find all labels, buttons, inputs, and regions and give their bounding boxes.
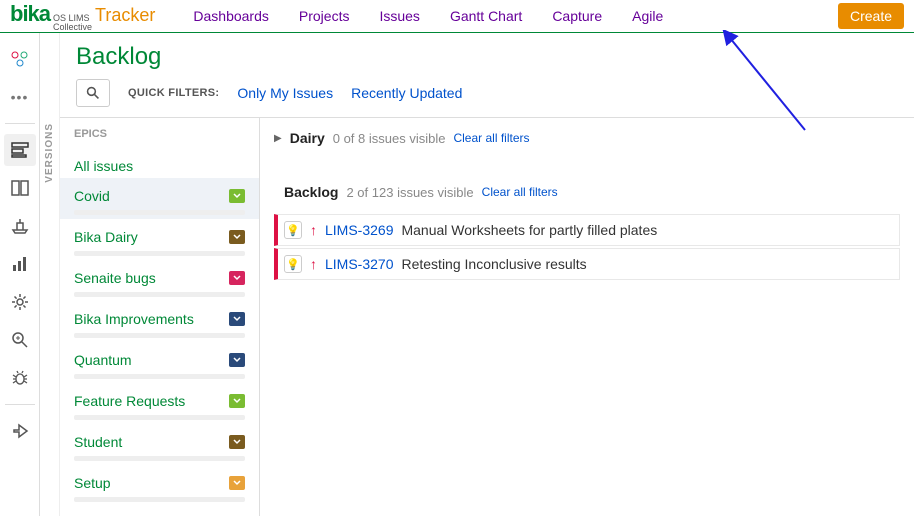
- epic-progress-bar: [74, 333, 245, 338]
- epic-progress-bar: [74, 456, 245, 461]
- epic-label: Setup: [74, 475, 111, 491]
- epic-chip-icon: [229, 189, 245, 203]
- issues-panel: ▶ Dairy 0 of 8 issues visible Clear all …: [260, 118, 914, 516]
- rail-project-icon[interactable]: [4, 43, 36, 75]
- epic-progress-bar: [74, 210, 245, 215]
- group-count: 0 of 8 issues visible: [333, 131, 446, 146]
- epic-chip-icon: [229, 230, 245, 244]
- epic-chip-icon: [229, 435, 245, 449]
- epic-row[interactable]: Covid: [60, 178, 259, 219]
- rail-backlog-icon[interactable]: [4, 134, 36, 166]
- epic-row[interactable]: Bika Dairy: [60, 219, 259, 260]
- epic-row[interactable]: Setup: [60, 465, 259, 506]
- epic-row[interactable]: Student: [60, 424, 259, 465]
- epic-chip-icon: [229, 353, 245, 367]
- epic-label: Feature Requests: [74, 393, 185, 409]
- left-rail: •••: [0, 33, 40, 516]
- epic-chip-icon: [229, 476, 245, 490]
- nav-dashboards[interactable]: Dashboards: [193, 8, 269, 24]
- nav-projects[interactable]: Projects: [299, 8, 350, 24]
- issue-row[interactable]: 💡 ↑ LIMS-3270 Retesting Inconclusive result…: [274, 248, 900, 280]
- clear-filters-link[interactable]: Clear all filters: [482, 185, 558, 199]
- page-title: Backlog: [76, 43, 898, 71]
- epic-row[interactable]: Feature Requests: [60, 383, 259, 424]
- epic-progress-bar: [74, 374, 245, 379]
- logo-tracker: Tracker: [95, 5, 155, 26]
- group-count: 2 of 123 issues visible: [346, 185, 473, 200]
- versions-label: VERSIONS: [44, 123, 55, 183]
- nav-agile[interactable]: Agile: [632, 8, 663, 24]
- page-header: Backlog QUICK FILTERS: Only My Issues Re…: [60, 33, 914, 117]
- rail-board-icon[interactable]: [4, 172, 36, 204]
- epic-row[interactable]: Quantum: [60, 342, 259, 383]
- rail-reports-icon[interactable]: [4, 248, 36, 280]
- issue-summary: Manual Worksheets for partly filled plat…: [401, 222, 657, 238]
- issue-key[interactable]: LIMS-3269: [325, 222, 393, 238]
- filter-only-my-issues[interactable]: Only My Issues: [237, 85, 333, 101]
- top-bar: bika OS LIMSCollective Tracker Dashboard…: [0, 0, 914, 33]
- rail-feedback-icon[interactable]: [4, 415, 36, 447]
- clear-filters-link[interactable]: Clear all filters: [453, 131, 529, 145]
- search-button[interactable]: [76, 79, 110, 107]
- issue-type-icon: 💡: [284, 255, 302, 273]
- top-nav: Dashboards Projects Issues Gantt Chart C…: [193, 8, 838, 24]
- issue-type-icon: 💡: [284, 221, 302, 239]
- epic-progress-bar: [74, 415, 245, 420]
- epic-label: Covid: [74, 188, 110, 204]
- group-dairy[interactable]: ▶ Dairy 0 of 8 issues visible Clear all …: [274, 126, 900, 150]
- epics-panel: EPICS All issues Covid Bika Dairy Senaite …: [60, 118, 260, 516]
- rail-more-icon[interactable]: •••: [4, 81, 36, 113]
- issue-key[interactable]: LIMS-3270: [325, 256, 393, 272]
- filter-recently-updated[interactable]: Recently Updated: [351, 85, 462, 101]
- logo[interactable]: bika OS LIMSCollective Tracker: [10, 1, 155, 32]
- epic-label: Bika Dairy: [74, 229, 138, 245]
- chevron-right-icon: ▶: [274, 133, 282, 144]
- epic-progress-bar: [74, 251, 245, 256]
- group-name: Dairy: [290, 130, 325, 146]
- epic-chip-icon: [229, 312, 245, 326]
- epic-label: Bika Improvements: [74, 311, 194, 327]
- epics-heading: EPICS: [60, 118, 259, 148]
- rail-bug-icon[interactable]: [4, 362, 36, 394]
- epic-row[interactable]: Senaite bugs: [60, 260, 259, 301]
- rail-search-icon[interactable]: [4, 324, 36, 356]
- logo-subtitle: OS LIMSCollective: [53, 14, 92, 32]
- epic-label: Quantum: [74, 352, 132, 368]
- epic-chip-icon: [229, 394, 245, 408]
- create-button[interactable]: Create: [838, 3, 904, 29]
- epic-chip-icon: [229, 271, 245, 285]
- priority-up-icon: ↑: [310, 256, 317, 272]
- rail-ship-icon[interactable]: [4, 210, 36, 242]
- nav-issues[interactable]: Issues: [379, 8, 419, 24]
- epic-progress-bar: [74, 292, 245, 297]
- rail-gear-icon[interactable]: [4, 286, 36, 318]
- epic-label: Student: [74, 434, 122, 450]
- group-backlog[interactable]: Backlog 2 of 123 issues visible Clear al…: [274, 180, 900, 204]
- quick-filters-label: QUICK FILTERS:: [128, 87, 219, 99]
- issue-row[interactable]: 💡 ↑ LIMS-3269 Manual Worksheets for partly …: [274, 214, 900, 246]
- epic-row[interactable]: Bika Improvements: [60, 301, 259, 342]
- epic-label: Senaite bugs: [74, 270, 156, 286]
- group-name: Backlog: [284, 184, 338, 200]
- nav-capture[interactable]: Capture: [552, 8, 602, 24]
- epic-label: All issues: [74, 158, 133, 174]
- epics-all-issues[interactable]: All issues: [60, 148, 259, 178]
- logo-bika: bika: [10, 1, 50, 27]
- nav-gantt[interactable]: Gantt Chart: [450, 8, 522, 24]
- priority-up-icon: ↑: [310, 222, 317, 238]
- versions-strip[interactable]: VERSIONS: [40, 33, 60, 516]
- epic-progress-bar: [74, 497, 245, 502]
- issue-summary: Retesting Inconclusive results: [401, 256, 586, 272]
